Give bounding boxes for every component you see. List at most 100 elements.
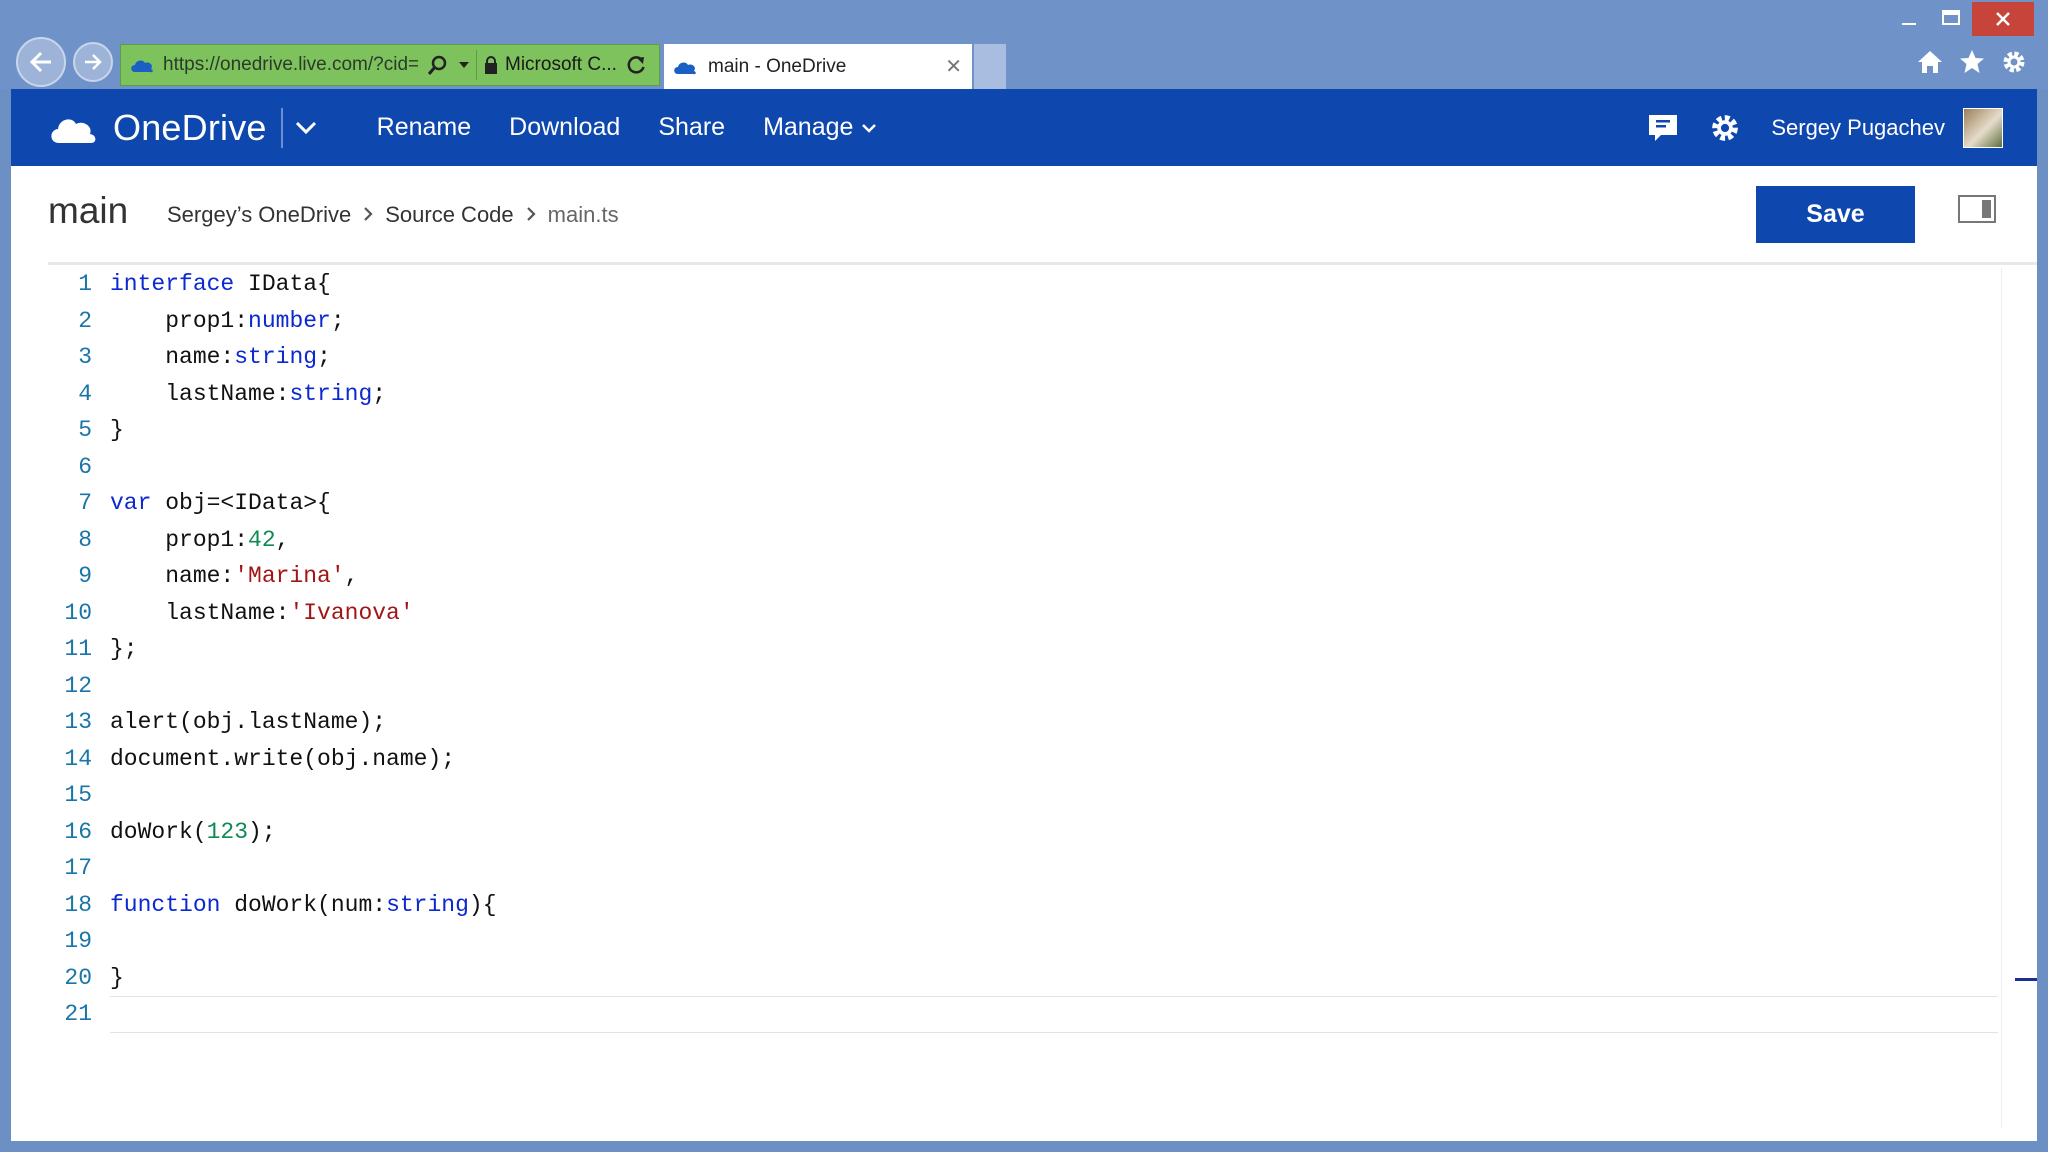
new-tab-button[interactable] [974,44,1006,89]
code-text[interactable]: var obj=<IData>{ [110,485,331,522]
code-line[interactable]: 9 name:'Marina', [48,558,2012,595]
code-text[interactable]: prop1:number; [110,303,345,340]
line-number: 4 [78,380,92,407]
code-line[interactable]: 10 lastName:'Ivanova' [48,595,2012,632]
code-text[interactable] [110,996,1998,1033]
rename-command[interactable]: Rename [377,113,472,142]
user-name[interactable]: Sergey Pugachev [1771,115,1945,141]
code-line[interactable]: 11}; [48,631,2012,668]
share-command[interactable]: Share [658,113,725,142]
close-icon [1996,12,2010,26]
code-text[interactable]: }; [110,631,138,668]
code-line[interactable]: 15 [48,777,2012,814]
forward-button[interactable] [73,42,113,82]
maximize-button[interactable] [1930,2,1972,34]
app-switcher-chevron-icon[interactable] [295,121,317,135]
download-command[interactable]: Download [509,113,620,142]
home-icon[interactable] [1916,48,1944,76]
line-number: 1 [78,271,92,297]
code-text[interactable]: } [110,412,124,449]
code-text[interactable]: lastName:'Ivanova' [110,595,413,632]
code-token: ); [248,818,276,845]
code-text[interactable]: name:'Marina', [110,558,358,595]
certificate-label[interactable]: Microsoft C... [505,54,617,76]
code-line[interactable]: 16 doWork(123); [48,814,2012,851]
code-line[interactable]: 1 interface IData{ [48,266,2012,303]
address-bar[interactable]: https://onedrive.live.com/?cid= Microsof… [120,44,660,86]
code-token: interface [110,271,235,297]
code-line[interactable]: 20} [48,960,2012,997]
code-line[interactable]: 7 var obj=<IData>{ [48,485,2012,522]
onedrive-logo[interactable]: OneDrive [47,107,317,149]
manage-label: Manage [763,113,854,141]
code-line[interactable]: 5} [48,412,2012,449]
page-title: main [48,190,129,231]
feedback-icon[interactable] [1647,113,1679,143]
tab-main-onedrive[interactable]: main - OneDrive ✕ [664,44,972,89]
code-text[interactable]: lastName:string; [110,376,386,413]
back-button[interactable] [16,37,66,87]
code-line[interactable]: 4 lastName:string; [48,376,2012,413]
code-token: string [234,344,318,370]
breadcrumb-item-root[interactable]: Sergey’s OneDrive [167,202,351,228]
refresh-icon[interactable] [625,54,647,76]
code-token: ){ [468,891,497,918]
breadcrumb-chevron-icon [363,205,373,226]
code-line[interactable]: 19 [48,923,2012,960]
code-line[interactable]: 8 prop1:42, [48,522,2012,559]
code-token: } [110,417,124,443]
code-text[interactable]: } [110,960,124,997]
onedrive-favicon-icon [672,58,700,76]
address-divider [476,50,477,80]
star-icon[interactable] [1958,48,1986,76]
header-divider [48,262,2037,265]
code-line[interactable]: 21 [48,996,2012,1033]
code-line[interactable]: 13 alert(obj.lastName); [48,704,2012,741]
code-token: function [110,891,221,918]
code-line[interactable]: 12 [48,668,2012,705]
code-text[interactable]: document.write(obj.name); [110,741,455,778]
tab-close-icon[interactable]: ✕ [945,54,962,79]
code-line[interactable]: 18 function doWork(num:string){ [48,887,2012,924]
line-number: 8 [78,526,92,553]
code-token: IData{ [234,271,331,297]
line-number: 9 [78,563,92,589]
line-number: 6 [78,453,92,480]
avatar[interactable] [1963,107,2003,148]
code-editor[interactable]: 1 interface IData{2 prop1:number; 3 name:s… [48,266,2012,1136]
line-number: 17 [64,855,92,881]
maximize-icon [1942,10,1960,25]
window-controls [1888,2,2034,36]
breadcrumb-item-folder[interactable]: Source Code [385,202,513,228]
code-text[interactable]: prop1:42, [110,522,289,559]
code-token: document.write(obj.name); [110,745,456,772]
code-token: ; [330,307,345,334]
search-icon[interactable] [426,54,448,76]
code-line[interactable]: 6 [48,449,2012,486]
lock-icon[interactable] [483,55,499,75]
code-line[interactable]: 3 name:string; [48,339,2012,376]
manage-menu[interactable]: Manage [763,113,877,142]
address-url[interactable]: https://onedrive.live.com/?cid= [163,54,418,76]
code-line[interactable]: 14 document.write(obj.name); [48,741,2012,778]
code-line[interactable]: 2 prop1:number; [48,303,2012,340]
line-number: 5 [78,417,92,443]
details-pane-toggle-icon[interactable] [1958,195,1996,223]
gear-icon[interactable] [2000,48,2028,76]
code-token: string [289,380,373,407]
editor-scrollbar[interactable] [2001,268,2038,1128]
code-text[interactable]: function doWork(num:string){ [110,887,497,924]
code-token: , [344,563,359,589]
dropdown-arrow-icon[interactable] [458,60,470,70]
minimize-icon [1902,23,1916,25]
code-text[interactable]: alert(obj.lastName); [110,704,386,741]
brand-name: OneDrive [113,106,267,148]
close-window-button[interactable] [1972,2,2034,36]
code-text[interactable]: doWork(123); [110,814,276,851]
save-button[interactable]: Save [1756,186,1915,243]
minimize-button[interactable] [1888,2,1930,34]
settings-gear-icon[interactable] [1709,112,1741,144]
code-text[interactable]: name:string; [110,339,331,376]
code-text[interactable]: interface IData{ [110,266,331,303]
code-line[interactable]: 17 [48,850,2012,887]
